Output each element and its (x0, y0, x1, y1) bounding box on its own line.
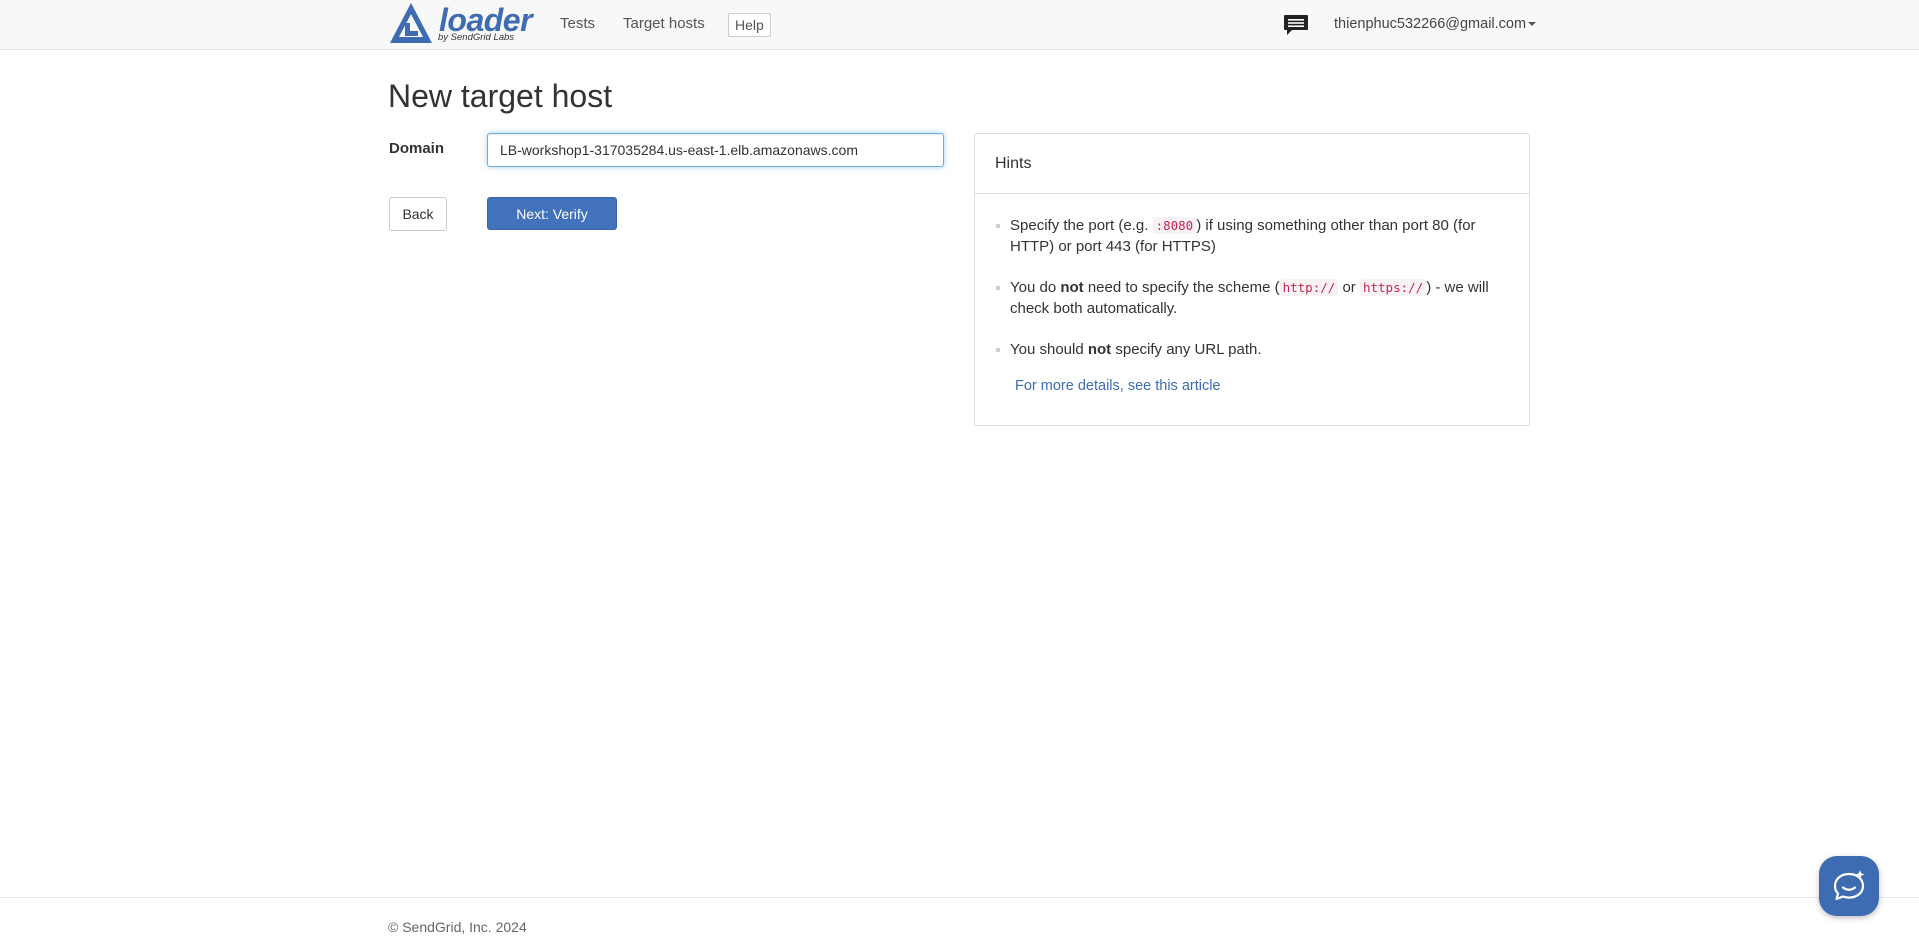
logo-subtitle: by SendGrid Labs (438, 32, 515, 43)
hint-text: need to specify the scheme ( (1083, 279, 1280, 296)
support-chat-button[interactable] (1819, 856, 1879, 916)
hint-emphasis: not (1060, 279, 1084, 296)
hint-port: Specify the port (e.g. :8080) if using s… (996, 215, 1499, 257)
hint-text: You should (1010, 341, 1088, 358)
bullet-icon (996, 286, 1000, 290)
hint-text: or (1338, 279, 1360, 296)
hints-list: Specify the port (e.g. :8080) if using s… (975, 194, 1529, 360)
chat-support-icon (1833, 870, 1865, 901)
logo[interactable]: loader by SendGrid Labs (388, 0, 533, 46)
hint-text: You do (1010, 279, 1061, 296)
nav-target-hosts-link[interactable]: Target hosts (623, 15, 705, 33)
hint-scheme: You do not need to specify the scheme (h… (996, 277, 1499, 319)
domain-label: Domain (389, 140, 445, 157)
page-title: New target host (388, 78, 613, 114)
https-scheme-code: https:// (1359, 279, 1427, 296)
back-button[interactable]: Back (389, 197, 447, 231)
nav-help-button[interactable]: Help (728, 13, 771, 37)
user-email: thienphuc532266@gmail.com (1334, 16, 1527, 32)
navbar: loader by SendGrid Labs Tests Target hos… (0, 0, 1919, 50)
nav-tests-link[interactable]: Tests (560, 15, 595, 33)
copyright: © SendGrid, Inc. 2024 (388, 919, 527, 935)
port-example-code: :8080 (1152, 217, 1197, 234)
hint-text: specify any URL path. (1111, 341, 1262, 358)
more-details-link[interactable]: For more details, see this article (1015, 378, 1529, 394)
hint-path: You should not specify any URL path. (996, 339, 1499, 360)
chat-bubble-icon[interactable] (1283, 14, 1309, 36)
hints-panel: Hints Specify the port (e.g. :8080) if u… (974, 133, 1530, 426)
next-verify-button[interactable]: Next: Verify (487, 197, 617, 230)
bullet-icon (996, 348, 1000, 352)
footer-divider (0, 897, 1919, 898)
hint-text: Specify the port (e.g. (1010, 217, 1153, 234)
http-scheme-code: http:// (1279, 279, 1339, 296)
bullet-icon (996, 224, 1000, 228)
user-menu[interactable]: thienphuc532266@gmail.com (1334, 15, 1537, 33)
loader-logo-icon (390, 3, 432, 43)
hints-title: Hints (975, 134, 1529, 194)
domain-input[interactable] (487, 133, 944, 167)
hint-emphasis: not (1087, 341, 1112, 358)
caret-down-icon (1528, 22, 1537, 27)
